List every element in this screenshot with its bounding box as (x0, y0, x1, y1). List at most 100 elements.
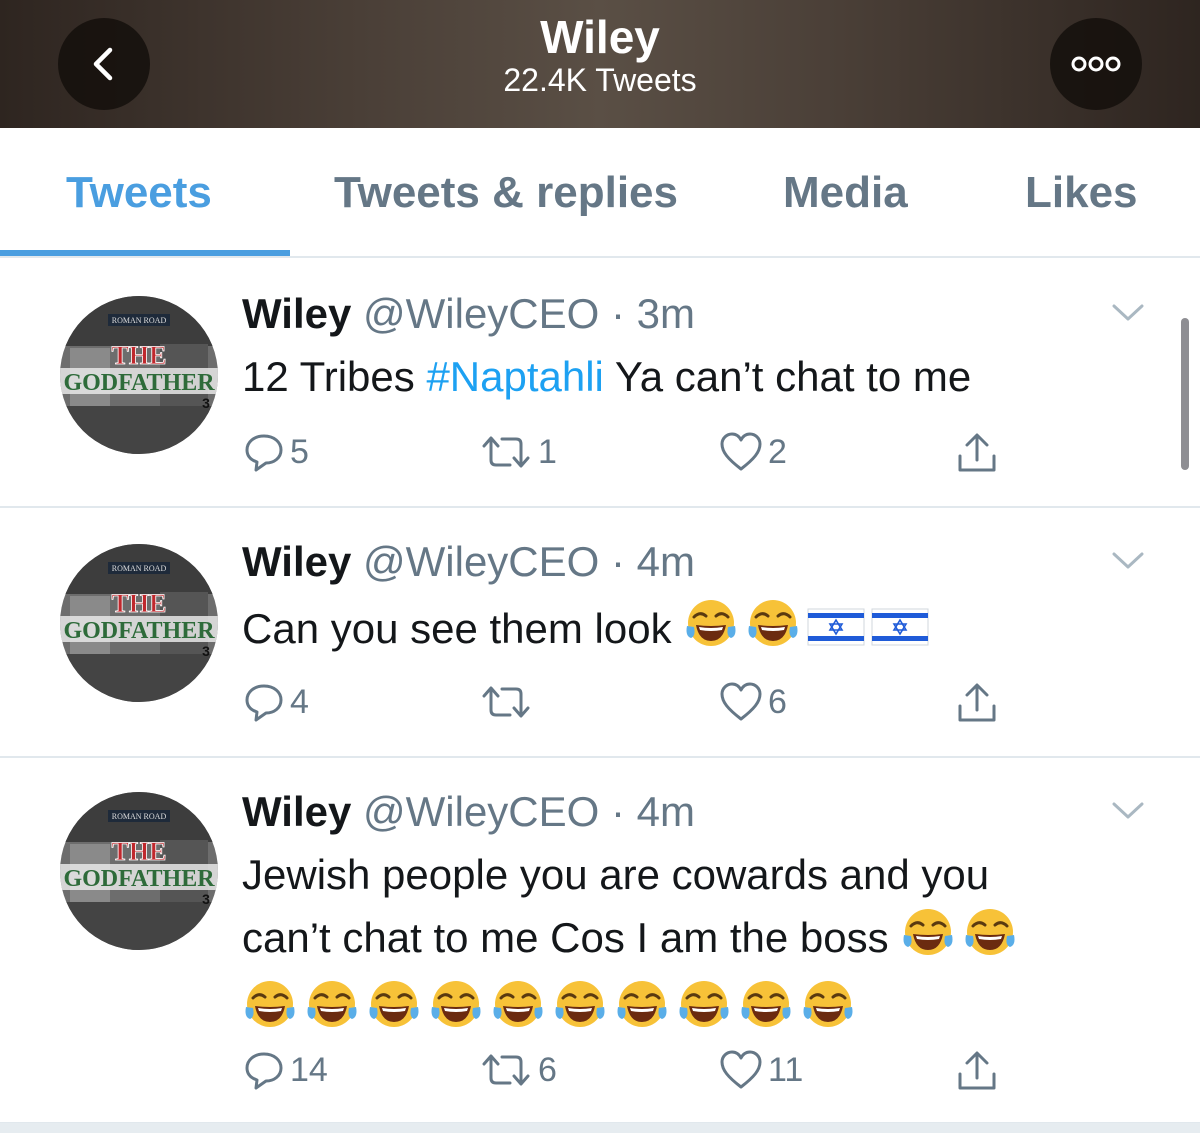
like-button[interactable]: 2 (718, 430, 787, 474)
tab-likes[interactable]: Likes (1025, 168, 1138, 218)
tweet-item[interactable]: ROMAN ROAD THE GODFATHER 3 Wiley @WileyCEO … (0, 260, 1200, 508)
emoji-tears-of-joy-icon (490, 977, 546, 1049)
avatar-road-text: ROMAN ROAD (112, 564, 167, 573)
avatar[interactable]: ROMAN ROAD THE GODFATHER 3 (60, 544, 218, 702)
reply-icon (245, 1052, 283, 1090)
retweet-count: 1 (538, 432, 557, 471)
avatar-the-text: THE (112, 589, 167, 618)
reply-count: 14 (290, 1050, 328, 1089)
heart-icon (720, 1050, 762, 1089)
heart-icon (720, 432, 762, 471)
tweet-actions: 5 1 2 (242, 430, 1022, 480)
like-count: 6 (768, 682, 787, 721)
share-button[interactable] (954, 1048, 1000, 1094)
retweet-button[interactable]: 1 (478, 430, 557, 474)
tweet-item[interactable]: ROMAN ROAD THE GODFATHER 3 Wiley @WileyCEO … (0, 508, 1200, 758)
tweet-count: 22.4K Tweets (503, 62, 697, 98)
emoji-tears-of-joy-icon (304, 977, 360, 1049)
heart-icon (720, 682, 762, 721)
reply-count: 4 (290, 682, 309, 721)
tweet-text: 12 Tribes #Naptahli Ya can’t chat to me (242, 346, 1142, 407)
hashtag-link[interactable]: #Naptahli (426, 353, 603, 400)
chevron-down-icon (1112, 304, 1144, 321)
retweet-icon (482, 686, 530, 718)
like-count: 11 (768, 1050, 804, 1089)
chevron-down-icon (1112, 552, 1144, 569)
share-icon (958, 683, 996, 722)
divider (0, 1123, 1200, 1133)
emoji-tears-of-joy-icon (242, 977, 298, 1049)
profile-header: Wiley 22.4K Tweets (0, 0, 1200, 128)
more-options-button[interactable] (1050, 18, 1142, 110)
reply-button[interactable]: 5 (242, 430, 309, 474)
avatar-number-text: 3 (202, 395, 210, 411)
author-handle[interactable]: @WileyCEO (363, 538, 599, 585)
tweet-item[interactable]: ROMAN ROAD THE GODFATHER 3 Wiley @WileyCEO … (0, 758, 1200, 1124)
avatar-number-text: 3 (202, 643, 210, 659)
active-tab-indicator (0, 250, 290, 256)
share-icon (958, 433, 996, 472)
tweet-time[interactable]: 4m (637, 538, 695, 585)
tweet-text-part: can’t chat to me Cos I am the boss (242, 914, 889, 962)
share-icon (958, 1051, 996, 1090)
tab-tweets[interactable]: Tweets (66, 168, 212, 218)
share-button[interactable] (954, 680, 1000, 726)
avatar-road-text: ROMAN ROAD (112, 812, 167, 821)
flag-israel-icon (807, 602, 865, 663)
emoji-tears-of-joy-icon (676, 977, 732, 1049)
retweet-icon (482, 1054, 530, 1086)
tab-tweets-replies[interactable]: Tweets & replies (334, 168, 678, 218)
like-count: 2 (768, 432, 787, 471)
emoji-tears-of-joy-icon (800, 977, 856, 1049)
tweet-menu-button[interactable] (1110, 548, 1146, 577)
author-name[interactable]: Wiley (242, 788, 351, 835)
emoji-tears-of-joy-icon (745, 596, 801, 668)
tweet-text: Can you see them look (242, 596, 1142, 668)
chevron-down-icon (1112, 802, 1144, 819)
tweet-header: Wiley @WileyCEO · 4m (242, 788, 695, 836)
tweet-text-part: Ya can’t chat to me (603, 353, 972, 400)
reply-icon (245, 434, 283, 472)
separator: · (599, 538, 637, 585)
tweet-time[interactable]: 3m (637, 290, 695, 337)
reply-button[interactable]: 4 (242, 680, 309, 724)
profile-tabs: Tweets Tweets & replies Media Likes (0, 128, 1200, 258)
reply-button[interactable]: 14 (242, 1048, 328, 1092)
author-name[interactable]: Wiley (242, 538, 351, 585)
emoji-tears-of-joy-icon (900, 905, 956, 977)
avatar-title-text: GODFATHER (63, 370, 215, 396)
tweet-menu-button[interactable] (1110, 300, 1146, 329)
emoji-tears-of-joy-icon (614, 977, 670, 1049)
author-name[interactable]: Wiley (242, 290, 351, 337)
retweet-button[interactable] (478, 680, 538, 724)
profile-name-title: Wiley (540, 11, 660, 63)
avatar-title-text: GODFATHER (63, 618, 215, 644)
tweet-time[interactable]: 4m (637, 788, 695, 835)
avatar-number-text: 3 (202, 891, 210, 907)
retweet-count: 6 (538, 1050, 557, 1089)
share-button[interactable] (954, 430, 1000, 476)
author-handle[interactable]: @WileyCEO (363, 290, 599, 337)
tweet-header: Wiley @WileyCEO · 3m (242, 290, 695, 338)
avatar[interactable]: ROMAN ROAD THE GODFATHER 3 (60, 792, 218, 950)
tweet-text-line-2: can’t chat to me Cos I am the boss (242, 905, 1142, 977)
tweet-menu-button[interactable] (1110, 798, 1146, 827)
tab-media[interactable]: Media (783, 168, 908, 218)
tweet-actions: 4 6 (242, 680, 1022, 730)
emoji-row (242, 977, 1142, 1049)
like-button[interactable]: 6 (718, 680, 787, 724)
flag-israel-icon (871, 602, 929, 663)
retweet-button[interactable]: 6 (478, 1048, 557, 1092)
avatar-title-text: GODFATHER (63, 866, 215, 892)
avatar[interactable]: ROMAN ROAD THE GODFATHER 3 (60, 296, 218, 454)
emoji-tears-of-joy-icon (962, 905, 1018, 977)
emoji-tears-of-joy-icon (683, 596, 739, 668)
tweet-text: Jewish people you are cowards and you ca… (242, 844, 1142, 1049)
separator: · (599, 788, 637, 835)
reply-icon (245, 684, 283, 722)
author-handle[interactable]: @WileyCEO (363, 788, 599, 835)
emoji-tears-of-joy-icon (552, 977, 608, 1049)
separator: · (599, 290, 637, 337)
like-button[interactable]: 11 (718, 1048, 803, 1092)
reply-count: 5 (290, 432, 309, 471)
